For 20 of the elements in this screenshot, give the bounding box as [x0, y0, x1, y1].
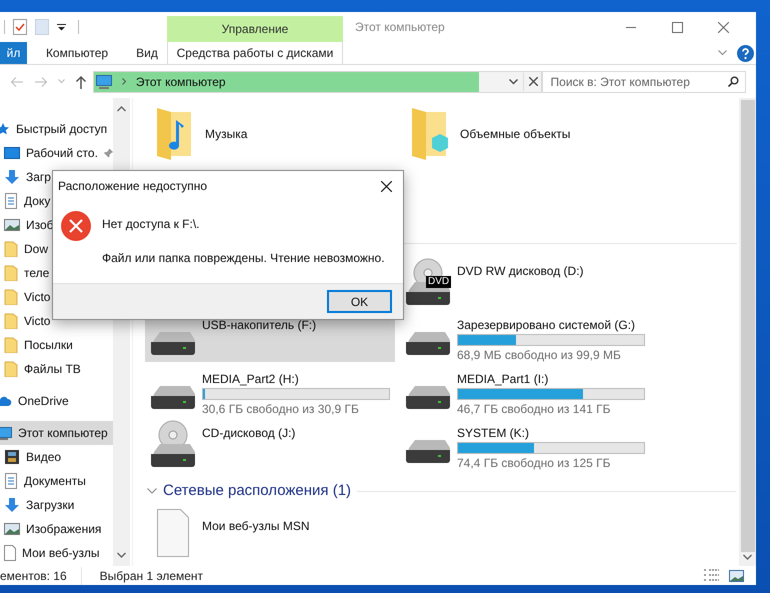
- status-text: ементов: 16: [0, 566, 82, 584]
- drive-name: DVD RW дисковод (D:): [457, 264, 584, 278]
- free-space-text: 46,7 ГБ свободно из 141 ГБ: [457, 402, 612, 416]
- drive-name: USB-накопитель (F:): [202, 318, 316, 332]
- contextual-group-header: Управление: [167, 16, 343, 42]
- window-title: Этот компьютер: [354, 19, 445, 36]
- error-heading: Нет доступа к F:\.: [102, 216, 200, 233]
- address-path: Этот компьютер: [136, 74, 226, 90]
- drive-name: MEDIA_Part2 (H:): [202, 372, 300, 386]
- free-space-text: 30,6 ГБ свободно из 30,9 ГБ: [202, 402, 360, 416]
- dialog-title: Расположение недоступно: [58, 178, 208, 195]
- drive-name: Зарезервировано системой (G:): [457, 318, 636, 332]
- dvd-label: DVD: [426, 276, 452, 288]
- free-space-text: 68,9 МБ свободно из 99,9 МБ: [457, 348, 622, 362]
- drive-name: MEDIA_Part1 (I:): [457, 372, 550, 386]
- error-message: Файл или папка повреждены. Чтение невозможно.: [102, 250, 385, 267]
- drive-name: CD-дисковод (J:): [202, 426, 296, 440]
- status-text: Выбран 1 элемент: [98, 568, 204, 584]
- drive-name: SYSTEM (K:): [457, 426, 530, 440]
- free-space-text: 74,4 ГБ свободно из 125 ГБ: [457, 456, 612, 470]
